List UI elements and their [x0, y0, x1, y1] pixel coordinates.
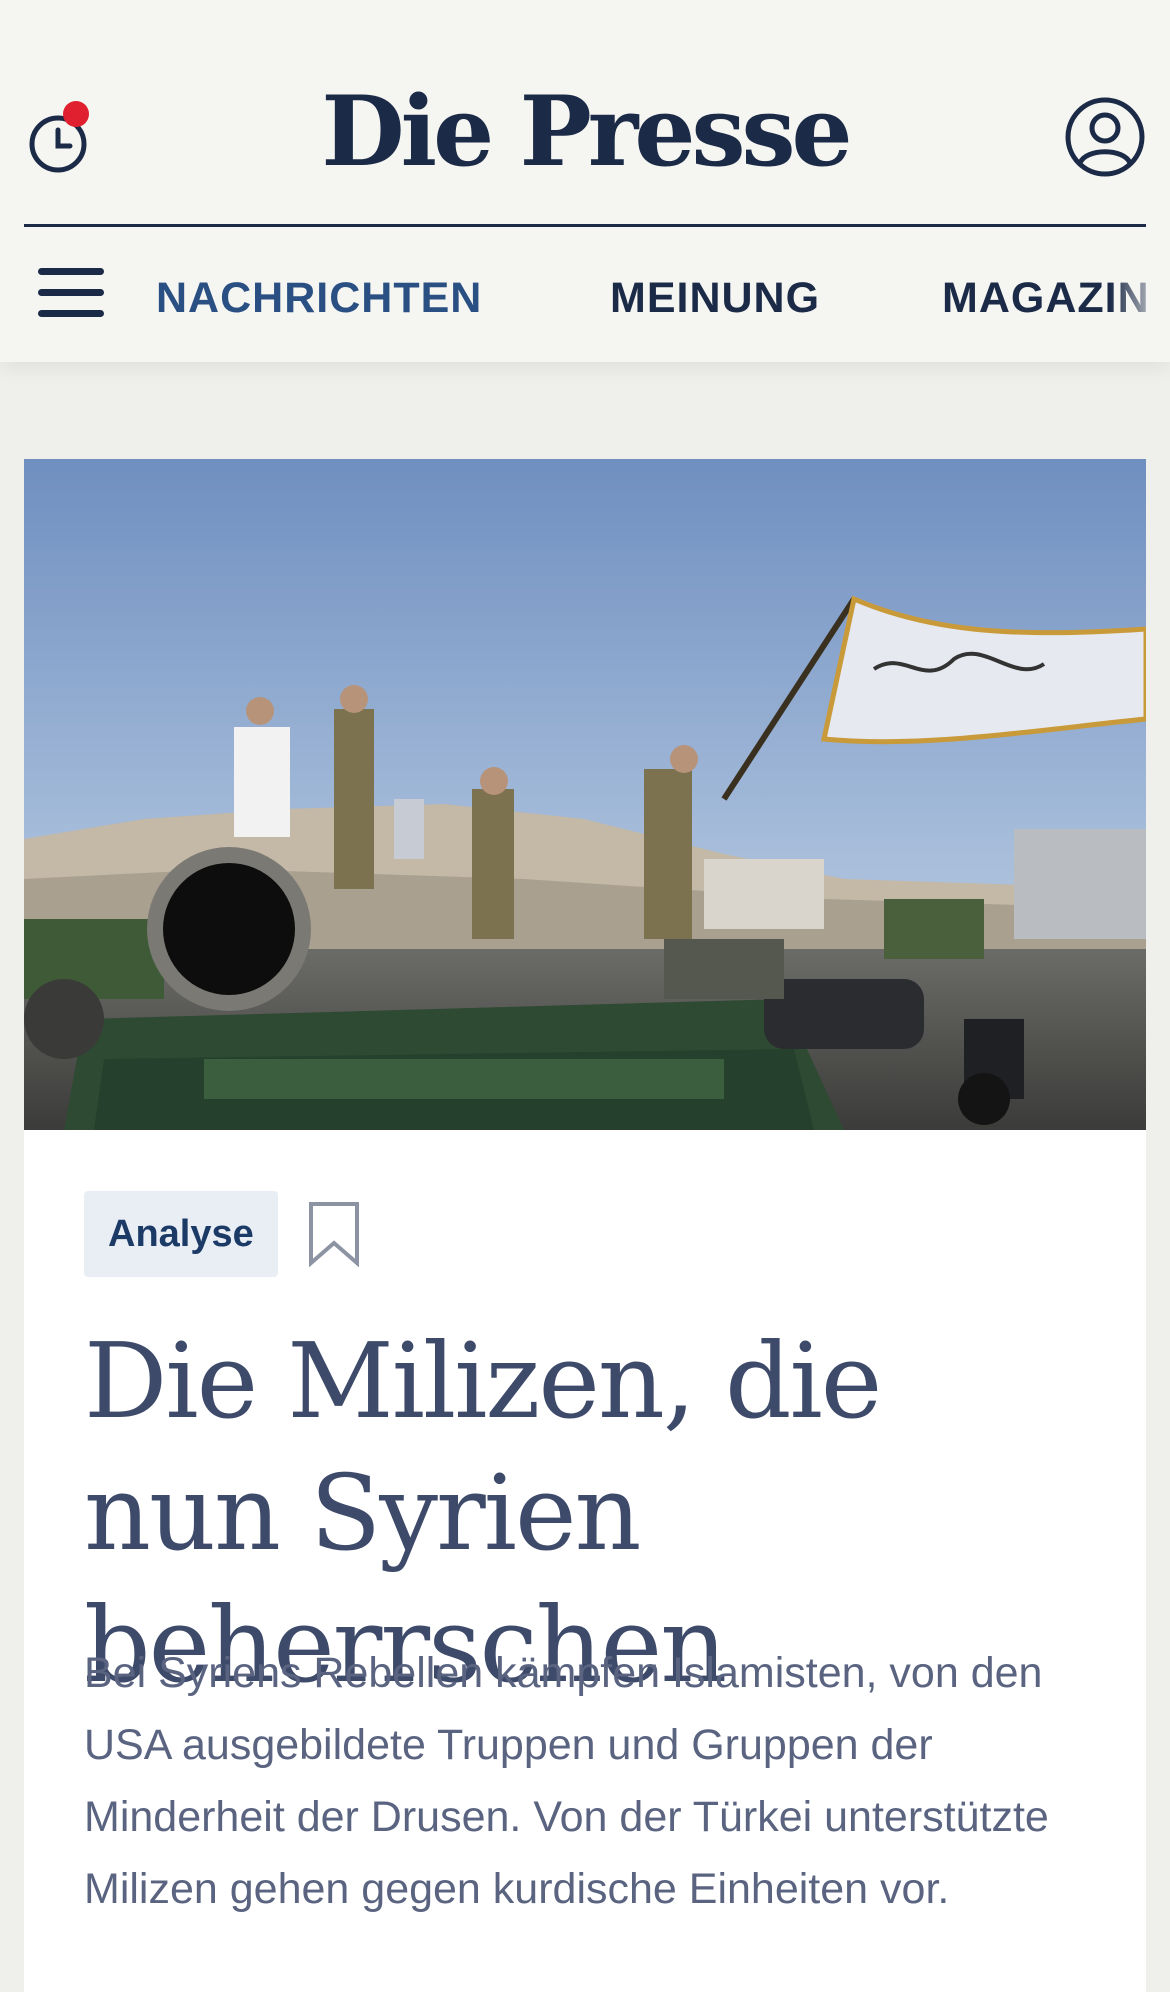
section-nav: NACHRICHTEN MEINUNG MAGAZIN	[0, 228, 1170, 362]
nav-item-meinung[interactable]: MEINUNG	[610, 274, 820, 323]
hamburger-menu-icon[interactable]	[38, 268, 104, 324]
category-badge[interactable]: Analyse	[84, 1191, 278, 1277]
header-divider	[24, 224, 1146, 227]
nav-item-nachrichten[interactable]: NACHRICHTEN	[156, 274, 482, 323]
bookmark-icon[interactable]	[308, 1201, 360, 1268]
site-header: Die Presse NACHRICHTEN MEINUNG MAGAZIN	[0, 0, 1170, 362]
article-hero-image[interactable]	[24, 459, 1146, 1130]
user-circle-icon	[1065, 97, 1145, 177]
account-button[interactable]	[1064, 96, 1146, 178]
article-teaser: Bei Syriens Rebellen kämpfen Islamisten,…	[84, 1649, 1049, 1913]
nav-scroll-fade	[1110, 228, 1170, 362]
article-card[interactable]: Analyse Die Milizen, die nun Syrien behe…	[24, 459, 1146, 1992]
site-logo[interactable]: Die Presse	[0, 84, 1170, 180]
